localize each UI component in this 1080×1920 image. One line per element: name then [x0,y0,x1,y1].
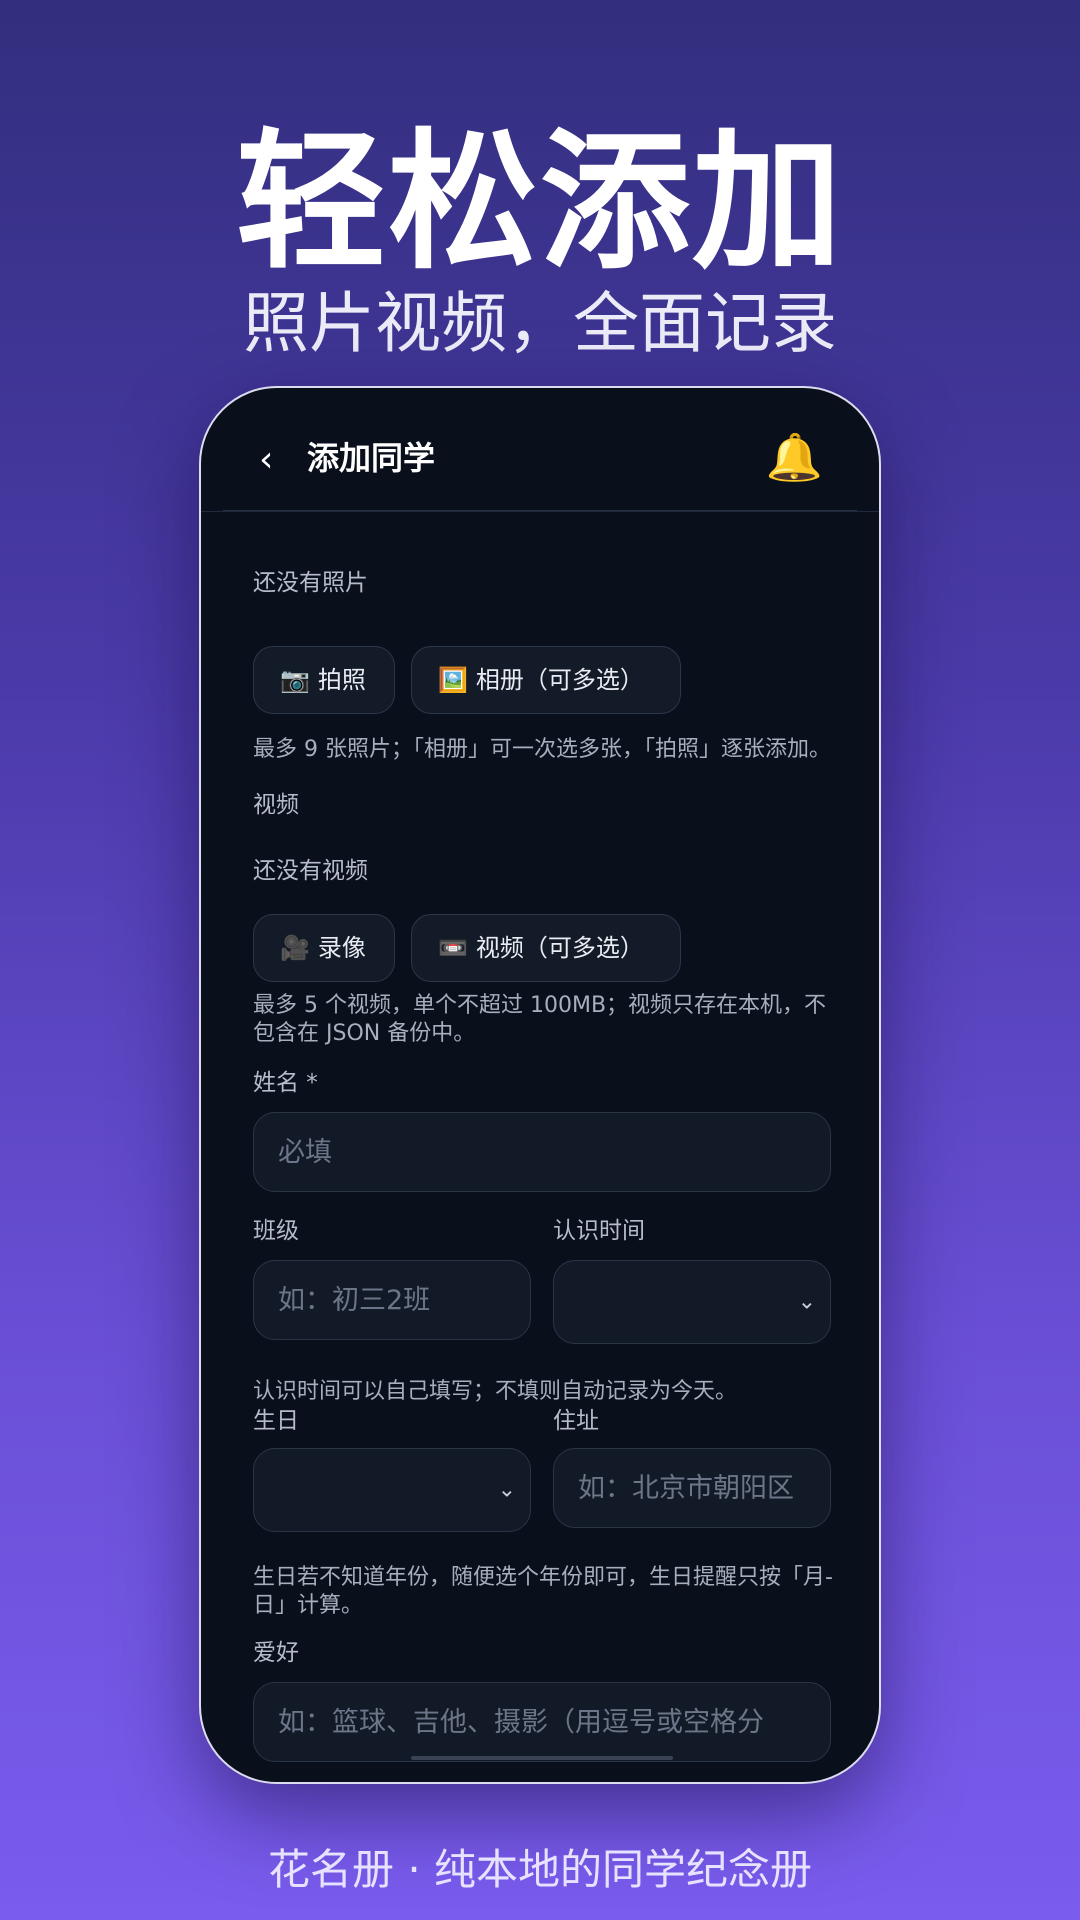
hobby-field[interactable] [253,1682,831,1762]
hero-title: 轻松添加 [235,116,844,290]
photos-hint: 最多 9 张照片；「相册」可一次选多张，「拍照」逐张添加。 [253,737,831,762]
record-button[interactable]: 🎥 录像 [253,914,395,982]
home-indicator [411,1756,673,1760]
class-label: 班级 [253,1218,299,1244]
photos-empty-text: 还没有照片 [253,570,368,596]
birthday-label: 生日 [253,1408,299,1434]
videos-section-label: 视频 [253,792,299,818]
videocassette-icon: 📼 [438,934,468,962]
album-button[interactable]: 🖼️ 相册（可多选） [411,646,681,714]
class-input[interactable] [278,1261,530,1339]
chevron-down-icon: ⌄ [797,1289,816,1315]
address-input[interactable] [578,1449,830,1527]
video-picker-button[interactable]: 📼 视频（可多选） [411,914,681,982]
camera-button[interactable]: 📷 拍照 [253,646,395,714]
met-time-hint: 认识时间可以自己填写；不填则自动记录为今天。 [253,1379,738,1404]
movie-camera-icon: 🎥 [280,934,310,962]
footer-tagline: 花名册 · 纯本地的同学纪念册 [267,1845,813,1894]
name-label: 姓名 * [253,1070,318,1096]
bell-icon[interactable]: 🔔 [766,430,823,484]
picture-icon: 🖼️ [438,666,468,694]
page-title: 添加同学 [307,439,436,477]
app-header: ‹ 添加同学 🔔 [201,388,879,512]
hobby-label: 爱好 [253,1640,299,1666]
camera-icon: 📷 [280,666,310,694]
video-picker-button-label: 视频（可多选） [475,934,644,962]
videos-hint: 最多 5 个视频，单个不超过 100MB；视频只存在本机，不包含在 JSON 备… [253,993,827,1046]
chevron-down-icon: ⌄ [497,1477,516,1503]
hobby-input[interactable] [278,1683,830,1761]
name-input[interactable] [278,1113,830,1191]
birthday-hint: 生日若不知道年份，随便选个年份即可，生日提醒只按「月-日」计算。 [253,1565,833,1618]
address-label: 住址 [553,1408,599,1434]
videos-empty-text: 还没有视频 [253,858,368,884]
header-divider [223,510,857,511]
camera-button-label: 拍照 [317,666,366,694]
met-time-label: 认识时间 [553,1218,645,1244]
hero-subtitle: 照片视频，全面记录 [243,285,837,362]
phone-frame: ‹ 添加同学 🔔 还没有照片 📷 拍照 🖼️ 相册（可多选） 最多 9 张照片；「相… [199,386,881,1784]
name-field[interactable] [253,1112,831,1192]
class-field[interactable] [253,1260,531,1340]
address-field[interactable] [553,1448,831,1528]
album-button-label: 相册（可多选） [475,666,644,694]
birthday-select[interactable]: ⌄ [253,1448,531,1532]
met-time-select[interactable]: ⌄ [553,1260,831,1344]
chevron-left-icon[interactable]: ‹ [259,440,273,480]
record-button-label: 录像 [317,934,366,962]
